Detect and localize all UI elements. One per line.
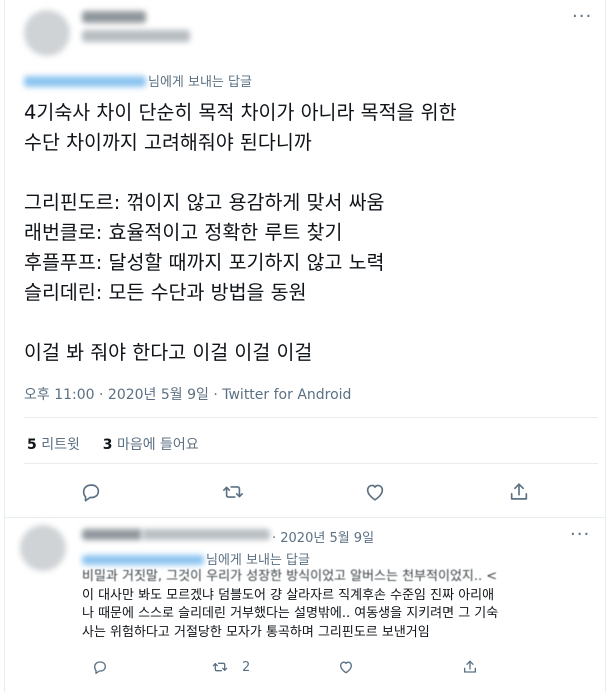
reply-avatar[interactable] xyxy=(20,525,66,571)
reply-line: 나 때문에 스스로 슬리데린 거부했다는 설명밖에.. 여동생을 지키려면 그 … xyxy=(82,606,499,621)
avatar[interactable] xyxy=(24,10,70,56)
engagement-stats: 5 리트윗 3 마음에 들어요 xyxy=(27,434,199,454)
reply-to-line: 님에게 보내는 답글 xyxy=(82,549,310,568)
reply-to-suffix: 님에게 보내는 답글 xyxy=(148,75,252,90)
retweet-label[interactable]: 리트윗 xyxy=(41,437,80,453)
tweet-line: 래번클로: 효율적이고 정확한 루트 찾기 xyxy=(24,221,343,244)
reply-line: 비밀과 거짓말, 그것이 우리가 성장한 방식이었고 알버스는 천부적이었지..… xyxy=(82,569,498,584)
heart-icon xyxy=(340,661,352,674)
divider xyxy=(24,463,598,464)
retweet-icon xyxy=(212,662,228,672)
share-icon xyxy=(510,483,528,500)
reply-user-name[interactable] xyxy=(82,529,142,540)
retweet-button[interactable] xyxy=(222,481,246,505)
user-name[interactable] xyxy=(82,11,146,23)
tweet-line xyxy=(24,308,594,338)
reply-date[interactable]: · 2020년 5월 9일 xyxy=(272,527,374,546)
like-count[interactable]: 3 xyxy=(103,437,113,453)
reply-like-button[interactable] xyxy=(338,658,354,676)
share-button[interactable] xyxy=(508,481,532,505)
reply-to-mention[interactable] xyxy=(82,555,204,565)
reply-to-line: 님에게 보내는 답글 xyxy=(24,71,252,90)
reply-retweet-button[interactable]: 2 xyxy=(212,658,250,676)
like-label[interactable]: 마음에 들어요 xyxy=(117,437,199,453)
tweet-line xyxy=(24,158,594,188)
tweet-line: 그리핀도르: 꺾이지 않고 용감하게 맞서 싸움 xyxy=(24,191,385,214)
reply-icon xyxy=(94,661,106,674)
retweet-count[interactable]: 5 xyxy=(27,437,37,453)
reply-text: 비밀과 거짓말, 그것이 우리가 성장한 방식이었고 알버스는 천부적이었지..… xyxy=(82,568,594,642)
reply-icon xyxy=(82,484,100,502)
reply-button[interactable] xyxy=(80,481,104,505)
tweet-line: 4기숙사 차이 단순히 목적 차이가 아니라 목적을 위한 xyxy=(24,101,457,124)
tweet-timestamp[interactable]: 오후 11:00 · 2020년 5월 9일 · Twitter for And… xyxy=(24,384,351,404)
tweet-line: 수단 차이까지 고려해줘야 된다니까 xyxy=(24,131,312,154)
share-icon xyxy=(464,660,476,673)
user-handle[interactable] xyxy=(82,30,190,42)
reply-user-handle[interactable] xyxy=(142,529,270,540)
reply-line: 이 대사만 봐도 모르겠냐 덤블도어 걍 살라자르 직계후손 수준임 진짜 아리… xyxy=(82,587,495,603)
reply-to-suffix: 님에게 보내는 답글 xyxy=(206,553,310,568)
tweet-line: 이걸 봐 줘야 한다고 이걸 이걸 이걸 xyxy=(24,341,313,364)
reply-to-mention[interactable] xyxy=(24,76,146,87)
heart-icon xyxy=(366,484,384,501)
divider xyxy=(4,517,606,518)
more-icon[interactable]: ··· xyxy=(570,524,590,545)
reply-line: 사는 위험하다고 거절당한 모자가 통곡하며 그리핀도르 보낸거임 xyxy=(82,624,430,640)
tweet-text: 4기숙사 차이 단순히 목적 차이가 아니라 목적을 위한 수단 차이까지 고려… xyxy=(24,98,594,368)
divider xyxy=(24,417,598,418)
tweet-line: 슬리데린: 모든 수단과 방법을 동원 xyxy=(24,281,307,304)
like-button[interactable] xyxy=(364,481,388,505)
more-icon[interactable]: ··· xyxy=(572,6,592,27)
reply-retweet-count: 2 xyxy=(242,659,251,675)
reply-share-button[interactable] xyxy=(462,658,478,676)
retweet-icon xyxy=(223,486,243,498)
tweet-line: 후플푸프: 달성할 때까지 포기하지 않고 노력 xyxy=(24,251,385,274)
reply-reply-button[interactable] xyxy=(92,658,108,676)
